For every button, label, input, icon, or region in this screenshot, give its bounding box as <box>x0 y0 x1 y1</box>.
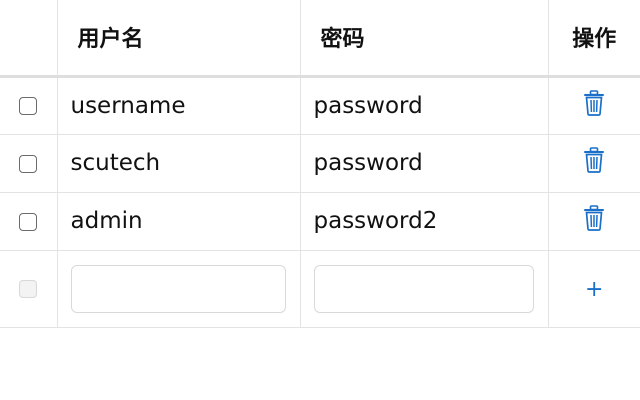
add-button[interactable]: + <box>585 277 603 302</box>
new-user-row: + <box>0 249 640 328</box>
action-cell <box>547 75 640 135</box>
header-checkbox-column <box>0 0 58 78</box>
header-password: 密码 <box>299 0 549 78</box>
action-cell <box>547 191 640 251</box>
new-row-checkbox <box>19 280 38 298</box>
new-username-cell <box>56 249 301 328</box>
plus-icon: + <box>585 276 604 302</box>
row-checkbox[interactable] <box>19 212 38 231</box>
trash-icon[interactable] <box>583 205 605 237</box>
user-table: 用户名 密码 操作 username password scutech pass… <box>0 0 640 328</box>
row-checkbox-cell <box>0 191 58 251</box>
new-password-input[interactable] <box>313 264 534 313</box>
username-cell: admin <box>56 191 301 251</box>
username-cell: scutech <box>56 133 301 193</box>
table-row: scutech password <box>0 133 640 193</box>
table-row: username password <box>0 75 640 135</box>
row-checkbox[interactable] <box>19 97 38 115</box>
table-row: admin password2 <box>0 191 640 251</box>
new-row-action-cell: + <box>547 249 640 328</box>
username-cell: username <box>56 75 301 135</box>
row-checkbox-cell <box>0 75 58 135</box>
password-cell: password <box>299 133 549 193</box>
password-cell: password2 <box>299 191 549 251</box>
header-username: 用户名 <box>56 0 301 78</box>
table-body: username password scutech password admin… <box>0 75 640 328</box>
new-username-input[interactable] <box>70 264 286 313</box>
trash-icon[interactable] <box>583 147 605 179</box>
new-password-cell <box>299 249 549 328</box>
trash-icon[interactable] <box>583 89 605 122</box>
table-header: 用户名 密码 操作 <box>0 0 640 78</box>
new-row-checkbox-cell <box>0 249 58 328</box>
password-cell: password <box>299 75 549 135</box>
header-action: 操作 <box>547 0 640 78</box>
row-checkbox-cell <box>0 133 58 193</box>
row-checkbox[interactable] <box>19 154 38 173</box>
action-cell <box>547 133 640 193</box>
